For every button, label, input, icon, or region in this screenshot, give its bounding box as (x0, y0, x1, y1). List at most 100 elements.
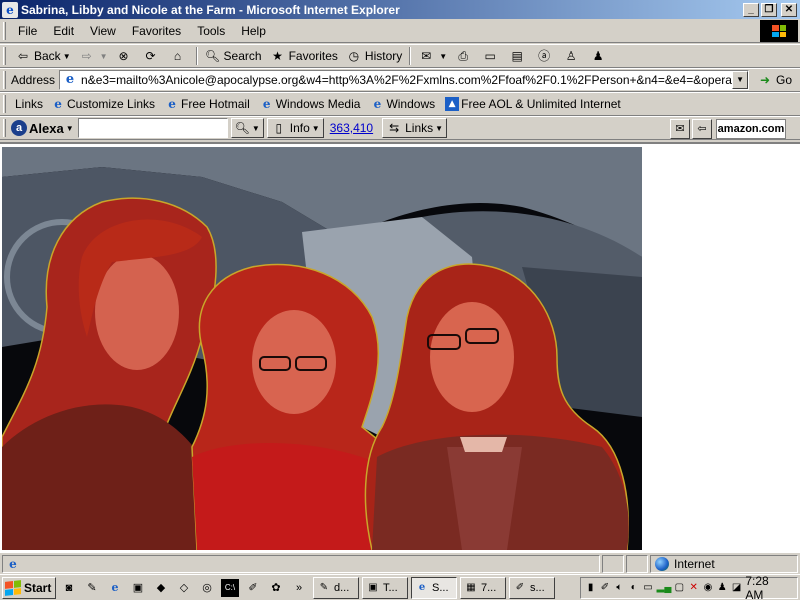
menu-tools[interactable]: Tools (189, 24, 233, 38)
chevron-down-icon[interactable]: ▼ (439, 52, 447, 61)
chevron-down-icon[interactable]: ▼ (63, 52, 71, 61)
quick-launch-app-icon[interactable]: ◆ (152, 579, 170, 597)
app-icon: ▦ (466, 581, 476, 593)
printer-icon: ⎙ (458, 49, 468, 63)
alexa-email-button[interactable]: ✉ (670, 119, 690, 139)
link-free-hotmail[interactable]: e Free Hotmail (161, 97, 256, 111)
photo-image (2, 147, 642, 550)
menu-file[interactable]: File (10, 24, 45, 38)
link-windows[interactable]: e Windows (366, 97, 441, 111)
search-button[interactable]: 🔍︎ Search (201, 46, 266, 66)
taskbar-button[interactable]: ▦ 7... (460, 576, 506, 599)
quick-launch-app-icon[interactable]: ◇ (175, 579, 193, 597)
tray-app-icon[interactable]: ◪ (731, 581, 742, 595)
tray-app-icon[interactable]: ✐ (599, 581, 610, 595)
history-button[interactable]: ◷ History (342, 46, 406, 66)
app-icon: ✐ (515, 581, 525, 593)
contacts-button[interactable]: ♟ (586, 46, 613, 66)
mail-button[interactable]: ✉ ▼ (414, 46, 451, 66)
clock[interactable]: 7:28 AM (745, 574, 781, 600)
chevron-down-icon[interactable]: ▼ (252, 124, 260, 133)
minimize-button[interactable]: _ (743, 2, 759, 17)
command-prompt-icon[interactable]: C:\ (221, 578, 239, 597)
app-icon: ✎ (319, 581, 329, 593)
history-label: History (364, 49, 403, 63)
menu-view[interactable]: View (82, 24, 124, 38)
link-free-aol[interactable]: ▲ Free AOL & Unlimited Internet (441, 97, 627, 111)
toolbar-grip[interactable] (3, 119, 6, 137)
start-button[interactable]: Start (2, 576, 56, 599)
status-text-cell: e (2, 554, 600, 573)
favorites-label: Favorites (288, 49, 338, 63)
tray-app-icon[interactable]: ◐ (628, 581, 639, 595)
alexa-toolbar: a Alexa ▼ 🔍︎ ▼ ▯ Info ▼ 363,410 ⇆ Links ▼… (0, 116, 800, 140)
chevron-down-icon[interactable]: ▼ (435, 124, 443, 133)
alexa-back-button[interactable]: ⇦ (692, 119, 712, 139)
ie-icon[interactable]: e (106, 579, 124, 597)
network-icon[interactable]: ▭ (642, 581, 653, 595)
link-customize[interactable]: e Customize Links (47, 97, 161, 111)
alexa-links-button[interactable]: ⇆ Links ▼ (382, 118, 448, 138)
quick-launch-app-icon[interactable]: ◎ (198, 579, 216, 597)
alexa-search-button[interactable]: 🔍︎ ▼ (230, 118, 264, 138)
messenger-button[interactable]: ♙ (559, 46, 586, 66)
ie-icon: e (54, 97, 62, 111)
taskbar-button[interactable]: ✎ d... (313, 576, 359, 599)
signal-icon[interactable]: ▂▄ (657, 581, 672, 595)
go-button[interactable]: ➜ Go (757, 72, 792, 88)
menu-edit[interactable]: Edit (45, 24, 82, 38)
chevron-down-icon[interactable]: ▼ (66, 124, 74, 133)
menu-help[interactable]: Help (233, 24, 274, 38)
chevron-down-icon[interactable]: ▼ (732, 71, 749, 89)
alexa-search-input[interactable] (77, 118, 228, 138)
taskbar-button[interactable]: ✐ s... (509, 576, 555, 599)
alexa-button[interactable]: ⓐ (532, 46, 559, 66)
messenger-icon: ♙ (565, 49, 577, 63)
print-button[interactable]: ⎙ (451, 46, 478, 66)
quick-launch-app-icon[interactable]: ✐ (244, 579, 262, 597)
tray-app-icon[interactable]: ♟ (717, 581, 728, 595)
close-button[interactable]: ✕ (781, 2, 797, 17)
favorites-button[interactable]: ★ Favorites (266, 46, 342, 66)
address-url[interactable]: n&e3=mailto%3Anicole@apocalypse.org&w4=h… (81, 73, 732, 87)
chevron-down-icon[interactable]: ▼ (312, 124, 320, 133)
windows-logo-icon (760, 20, 798, 42)
toolbar-grip[interactable] (3, 47, 6, 65)
quick-launch-app-icon[interactable]: ✿ (267, 579, 285, 597)
info-icon: ▯ (275, 121, 283, 135)
amazon-button[interactable]: amazon.com (716, 119, 786, 139)
address-field[interactable]: e n&e3=mailto%3Anicole@apocalypse.org&w4… (59, 70, 750, 90)
quick-launch-app-icon[interactable]: ▣ (129, 579, 147, 597)
maximize-button[interactable]: ❐ (761, 2, 777, 17)
tray-app-icon[interactable]: ▢ (674, 581, 685, 595)
tray-app-icon[interactable]: ◉ (702, 581, 713, 595)
alexa-icon: ⓐ (538, 49, 551, 63)
discuss-button[interactable]: ▤ (505, 46, 532, 66)
home-button[interactable]: ⌂ (166, 46, 193, 66)
stop-button[interactable]: ⊗ (112, 46, 139, 66)
chevron-down-icon[interactable]: ▼ (100, 52, 108, 61)
taskbar: Start ◙ ✎ e ▣ ◆ ◇ ◎ C:\ ✐ ✿ » ✎ d... ▣ T..… (0, 574, 800, 600)
menu-grip[interactable] (3, 21, 6, 40)
taskbar-button-active[interactable]: e S... (411, 576, 457, 599)
toolbar-grip[interactable] (3, 71, 6, 89)
alexa-traffic-rank[interactable]: 363,410 (330, 121, 373, 135)
alexa-info-button[interactable]: ▯ Info ▼ (266, 118, 324, 138)
tray-app-icon[interactable]: ✕ (688, 581, 699, 595)
address-label: Address (11, 73, 56, 87)
volume-icon[interactable]: 🔈︎ (614, 581, 625, 595)
link-windows-media[interactable]: e Windows Media (256, 97, 367, 111)
more-icon[interactable]: » (290, 579, 308, 597)
toolbar-grip[interactable] (3, 95, 6, 113)
forward-button[interactable]: ⇨ ▼ (75, 46, 112, 66)
menu-favorites[interactable]: Favorites (124, 24, 189, 38)
refresh-button[interactable]: ⟳ (139, 46, 166, 66)
quick-launch-app-icon[interactable]: ✎ (83, 579, 101, 597)
tray-app-icon[interactable]: ▮ (585, 581, 596, 595)
alexa-logo[interactable]: a Alexa ▼ (11, 120, 74, 136)
edit-button[interactable]: ▭ (478, 46, 505, 66)
refresh-icon: ⟳ (145, 49, 156, 63)
quick-launch-app-icon[interactable]: ◙ (60, 579, 78, 597)
back-button[interactable]: ⇦ Back ▼ (11, 46, 75, 66)
taskbar-button[interactable]: ▣ T... (362, 576, 408, 599)
